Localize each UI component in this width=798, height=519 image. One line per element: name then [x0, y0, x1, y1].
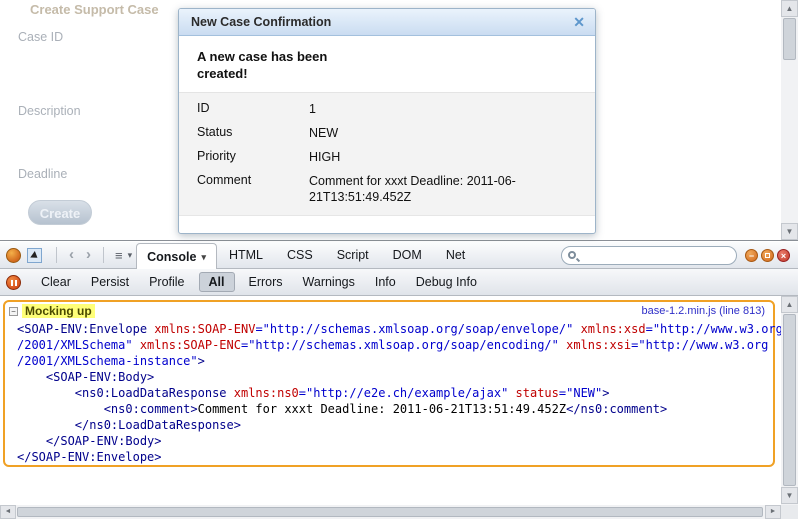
- close-icon[interactable]: ✕: [573, 14, 585, 31]
- log-entry[interactable]: − Mocking up base-1.2.min.js (line 813) …: [3, 300, 775, 467]
- toolbar-divider: [56, 247, 57, 263]
- scroll-down-icon[interactable]: ▼: [781, 487, 798, 504]
- row-value: 1: [309, 101, 565, 117]
- clear-button[interactable]: Clear: [31, 272, 81, 292]
- log-message: Mocking up: [22, 304, 95, 318]
- window-icon: [765, 253, 770, 258]
- row-label: Priority: [197, 149, 309, 165]
- row-value: Comment for xxxt Deadline: 2011-06-21T13…: [309, 173, 565, 205]
- profile-button[interactable]: Profile: [139, 272, 194, 292]
- scroll-down-icon[interactable]: ▼: [781, 223, 798, 240]
- window-controls: − ×: [745, 249, 790, 262]
- page-title: Create Support Case: [30, 2, 159, 17]
- scroll-up-icon[interactable]: ▲: [781, 296, 798, 313]
- history-forward-icon[interactable]: ›: [80, 244, 97, 266]
- table-row: Status NEW: [179, 121, 595, 145]
- scrollbar-thumb[interactable]: [783, 314, 796, 486]
- xml-line: /2001/XMLSchema-instance">: [17, 353, 773, 369]
- soap-xml-response: <SOAP-ENV:Envelope xmlns:SOAP-ENV="http:…: [5, 319, 773, 465]
- horizontal-scrollbar[interactable]: ◄ ►: [0, 505, 781, 519]
- tab-console[interactable]: Console ▾: [136, 243, 217, 269]
- row-value: NEW: [309, 125, 565, 141]
- break-on-errors-icon[interactable]: [6, 275, 21, 290]
- screen: Create Support Case Case ID Description …: [0, 0, 798, 519]
- dialog-message: A new case has been created!: [179, 36, 379, 92]
- collapse-toggle-icon[interactable]: −: [9, 307, 18, 316]
- filter-warnings-button[interactable]: Warnings: [293, 272, 365, 292]
- source-link[interactable]: base-1.2.min.js (line 813): [641, 305, 765, 317]
- tab-css[interactable]: CSS: [275, 242, 325, 268]
- dialog-title: New Case Confirmation: [191, 15, 331, 29]
- search-icon: [568, 251, 576, 259]
- tab-html[interactable]: HTML: [217, 242, 275, 268]
- firebug-main-toolbar: ‹ › ≡ ▾ Console ▾ HTML CSS Script DOM Ne…: [0, 242, 798, 269]
- log-entry-header: − Mocking up base-1.2.min.js (line 813): [5, 302, 773, 319]
- filter-errors-button[interactable]: Errors: [239, 272, 293, 292]
- tab-net[interactable]: Net: [434, 242, 477, 268]
- row-label: Comment: [197, 173, 309, 205]
- scrollbar-corner: [781, 505, 798, 519]
- close-button[interactable]: ×: [777, 249, 790, 262]
- console-filter-toolbar: Clear Persist Profile All Errors Warning…: [0, 269, 798, 296]
- minimize-button[interactable]: −: [745, 249, 758, 262]
- search-field[interactable]: [561, 246, 737, 265]
- open-in-window-button[interactable]: [761, 249, 774, 262]
- console-output: − Mocking up base-1.2.min.js (line 813) …: [0, 296, 781, 505]
- chevron-down-icon[interactable]: ▾: [128, 250, 137, 261]
- xml-line: </ns0:LoadDataResponse>: [17, 417, 773, 433]
- row-value: HIGH: [309, 149, 565, 165]
- options-menu-icon[interactable]: ≡: [110, 248, 128, 263]
- filter-info-button[interactable]: Info: [365, 272, 406, 292]
- scrollbar-thumb[interactable]: [783, 18, 796, 60]
- tab-label: Console: [147, 244, 196, 270]
- toolbar-divider: [103, 247, 104, 263]
- xml-line: <ns0:LoadDataResponse xmlns:ns0="http://…: [17, 385, 773, 401]
- new-case-confirmation-dialog: New Case Confirmation ✕ A new case has b…: [178, 8, 596, 234]
- chevron-down-icon: ▾: [201, 244, 206, 270]
- dialog-header: New Case Confirmation ✕: [179, 9, 595, 36]
- filter-all-button[interactable]: All: [199, 272, 235, 292]
- table-row: Priority HIGH: [179, 145, 595, 169]
- search-area: − ×: [561, 246, 794, 265]
- scroll-right-icon[interactable]: ►: [765, 505, 781, 519]
- table-row: ID 1: [179, 97, 595, 121]
- scrollbar-thumb[interactable]: [17, 507, 763, 517]
- search-input[interactable]: [580, 249, 730, 261]
- persist-button[interactable]: Persist: [81, 272, 139, 292]
- dialog-detail-rows: ID 1 Status NEW Priority HIGH Comment Co…: [179, 92, 595, 216]
- xml-line: <SOAP-ENV:Body>: [17, 369, 773, 385]
- deadline-label: Deadline: [18, 167, 67, 181]
- filter-debug-info-button[interactable]: Debug Info: [406, 272, 487, 292]
- tab-dom[interactable]: DOM: [381, 242, 434, 268]
- xml-line: /2001/XMLSchema" xmlns:SOAP-ENC="http://…: [17, 337, 773, 353]
- description-label: Description: [18, 104, 81, 118]
- xml-line: <ns0:comment>Comment for xxxt Deadline: …: [17, 401, 773, 417]
- tab-script[interactable]: Script: [325, 242, 381, 268]
- row-label: Status: [197, 125, 309, 141]
- page-scrollbar[interactable]: ▲ ▼: [781, 0, 798, 240]
- browser-page: Create Support Case Case ID Description …: [0, 0, 798, 241]
- inspect-element-icon[interactable]: [27, 248, 42, 263]
- history-back-icon[interactable]: ‹: [63, 244, 80, 266]
- xml-line: </SOAP-ENV:Envelope>: [17, 449, 773, 465]
- create-button[interactable]: Create: [28, 200, 92, 225]
- firebug-logo-icon[interactable]: [6, 248, 21, 263]
- xml-line: </SOAP-ENV:Body>: [17, 433, 773, 449]
- xml-line: <SOAP-ENV:Envelope xmlns:SOAP-ENV="http:…: [17, 321, 773, 337]
- table-row: Comment Comment for xxxt Deadline: 2011-…: [179, 169, 595, 209]
- row-label: ID: [197, 101, 309, 117]
- case-id-label: Case ID: [18, 30, 63, 44]
- scroll-up-icon[interactable]: ▲: [781, 0, 798, 17]
- console-scrollbar[interactable]: ▲ ▼: [781, 296, 798, 505]
- scroll-left-icon[interactable]: ◄: [0, 505, 16, 519]
